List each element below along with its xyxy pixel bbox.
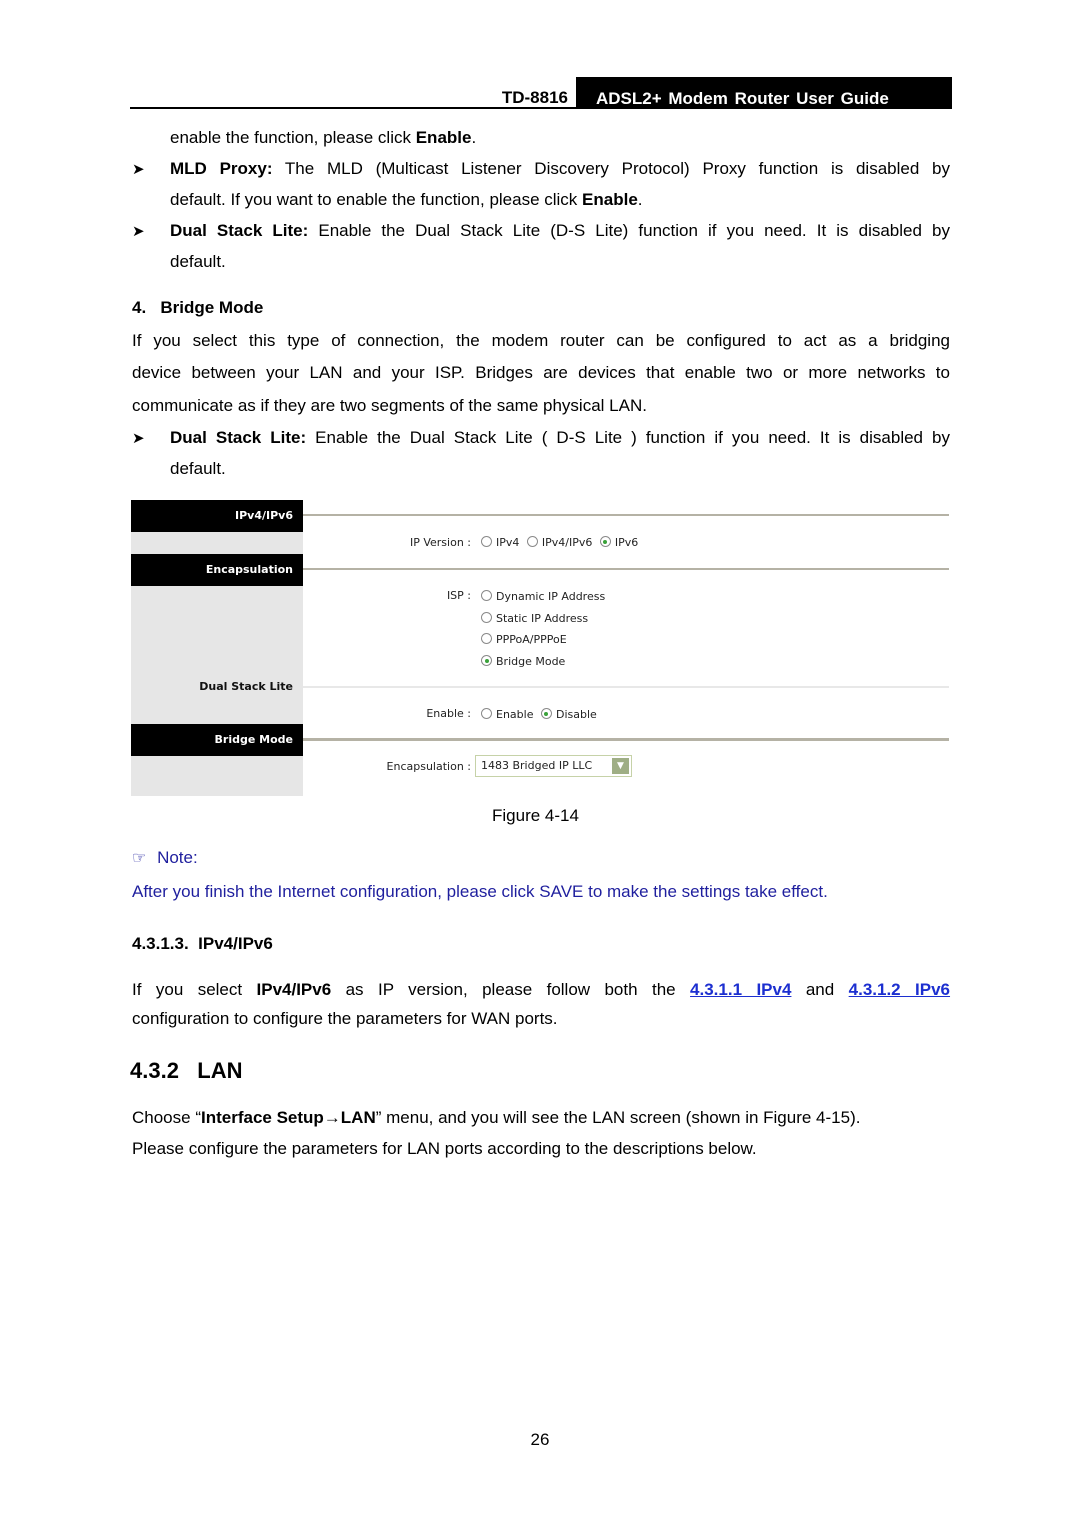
lan-para-line2: Please configure the parameters for LAN … bbox=[132, 1139, 757, 1158]
section-bar-ipv4ipv6: IPv4/IPv6 bbox=[131, 500, 303, 532]
section-rule bbox=[303, 514, 949, 516]
radio-icon bbox=[481, 612, 492, 623]
link-ipv4-section[interactable]: 4.3.1.1 IPv4 bbox=[690, 980, 791, 999]
chevron-down-icon[interactable]: ▼ bbox=[612, 758, 629, 774]
ip-version-options: IPv4 IPv4/IPv6 IPv6 bbox=[481, 536, 638, 549]
intro-line: enable the function, please click Enable… bbox=[170, 128, 477, 147]
bridge-para-line: communicate as if they are two segments … bbox=[132, 396, 647, 415]
dslite-enable-options: Enable Disable bbox=[481, 708, 597, 721]
lan-para-line1: Choose “Interface Setup→LAN” menu, and y… bbox=[132, 1108, 861, 1127]
section-rule bbox=[303, 738, 949, 741]
radio-pppoa-pppoe[interactable]: PPPoA/PPPoE bbox=[481, 633, 567, 646]
section-label-dual-stack-lite: Dual Stack Lite bbox=[199, 680, 293, 693]
radio-enable[interactable]: Enable bbox=[481, 708, 533, 721]
dslite-line2: default. bbox=[170, 252, 226, 271]
radio-ipv4-ipv6[interactable]: IPv4/IPv6 bbox=[526, 536, 592, 549]
mld-proxy-line1: MLD Proxy: The MLD (Multicast Listener D… bbox=[170, 159, 950, 178]
figure-4-14-screenshot: IPv4/IPv6 IP Version : IPv4 IPv4/IPv6 IP… bbox=[131, 500, 949, 796]
radio-icon bbox=[481, 633, 492, 644]
bridge-para-line: device between your LAN and your ISP. Br… bbox=[132, 363, 950, 382]
radio-icon bbox=[481, 590, 492, 601]
encapsulation-label: Encapsulation : bbox=[386, 760, 471, 773]
bridge-dslite-line1: Dual Stack Lite: Enable the Dual Stack L… bbox=[170, 428, 950, 447]
ipv4ipv6-para-line2: configuration to configure the parameter… bbox=[132, 1009, 558, 1028]
dslite-enable-label: Enable : bbox=[426, 707, 471, 720]
radio-selected-icon bbox=[481, 655, 492, 666]
dslite-line1: Dual Stack Lite: Enable the Dual Stack L… bbox=[170, 221, 950, 240]
section-bar-bridge-mode: Bridge Mode bbox=[131, 724, 303, 756]
radio-selected-icon bbox=[599, 536, 611, 547]
ipv4ipv6-heading: 4.3.1.3. IPv4/IPv6 bbox=[132, 934, 273, 953]
radio-icon bbox=[481, 708, 492, 719]
radio-static-ip[interactable]: Static IP Address bbox=[481, 612, 588, 625]
header-guide-title: ADSL2+ Modem Router User Guide bbox=[576, 77, 952, 109]
note-text: After you finish the Internet configurat… bbox=[132, 882, 828, 901]
bridge-mode-heading: 4. Bridge Mode bbox=[132, 298, 264, 317]
bullet-arrow-icon: ➤ bbox=[132, 430, 145, 447]
note-heading: ☞ Note: bbox=[132, 848, 198, 867]
ipv4ipv6-para-line1: If you select IPv4/IPv6 as IP version, p… bbox=[132, 980, 951, 999]
section-rule bbox=[303, 686, 949, 688]
figure-caption: Figure 4-14 bbox=[492, 806, 579, 825]
header-model: TD-8816 bbox=[501, 88, 568, 107]
section-bar-encapsulation: Encapsulation bbox=[131, 554, 303, 586]
section-rule bbox=[303, 568, 949, 570]
isp-label: ISP : bbox=[446, 589, 471, 602]
radio-icon bbox=[481, 536, 492, 547]
radio-disable[interactable]: Disable bbox=[540, 708, 597, 721]
bullet-arrow-icon: ➤ bbox=[132, 223, 145, 240]
mld-proxy-line2: default. If you want to enable the funct… bbox=[170, 190, 643, 209]
radio-selected-icon bbox=[540, 708, 552, 719]
link-ipv6-section[interactable]: 4.3.1.2 IPv6 bbox=[849, 980, 950, 999]
page-number: 26 bbox=[530, 1430, 550, 1449]
bridge-dslite-line2: default. bbox=[170, 459, 226, 478]
pointing-hand-icon: ☞ bbox=[132, 850, 147, 867]
radio-icon bbox=[526, 536, 538, 547]
radio-dynamic-ip[interactable]: Dynamic IP Address bbox=[481, 590, 605, 603]
radio-ipv4[interactable]: IPv4 bbox=[481, 536, 519, 549]
lan-section-heading: 4.3.2 LAN bbox=[130, 1058, 243, 1083]
radio-bridge-mode[interactable]: Bridge Mode bbox=[481, 655, 565, 668]
bridge-para-line: If you select this type of connection, t… bbox=[132, 331, 950, 350]
ip-version-label: IP Version : bbox=[409, 536, 471, 549]
encapsulation-select[interactable]: 1483 Bridged IP LLC ▼ bbox=[475, 755, 632, 777]
bullet-arrow-icon: ➤ bbox=[132, 161, 145, 178]
radio-ipv6[interactable]: IPv6 bbox=[599, 536, 638, 549]
